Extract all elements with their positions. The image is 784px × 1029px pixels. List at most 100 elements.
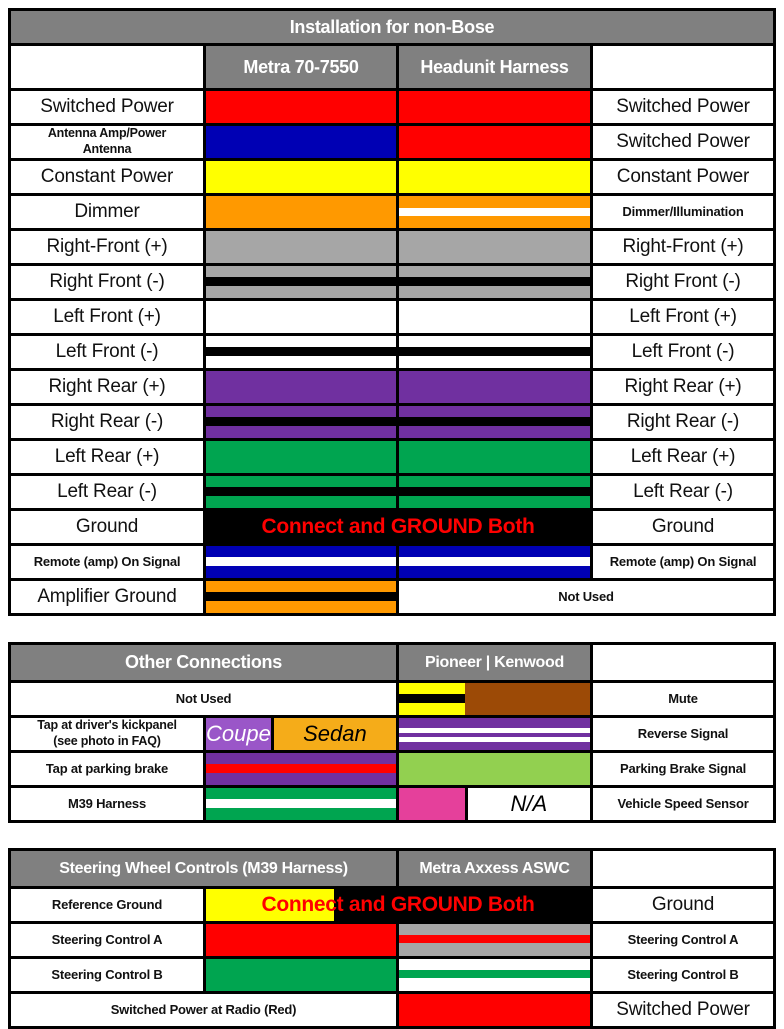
table-row: Antenna Amp/Power Antenna Switched Power — [11, 123, 773, 158]
installation-non-bose-table: Installation for non-Bose Metra 70-7550 … — [8, 8, 776, 616]
row-label-right: Steering Control A — [627, 931, 739, 947]
wire-metra — [203, 581, 396, 613]
wire-metra — [203, 476, 396, 508]
table-row: Left Front (+) Left Front (+) — [11, 298, 773, 333]
row-label-left: Switched Power — [40, 96, 174, 118]
wire-headunit — [396, 441, 590, 473]
row-label-left: Ground — [75, 516, 139, 538]
table-row: Steering Control B Steering Control B — [11, 956, 773, 991]
row-label-right: Left Rear (+) — [630, 446, 736, 468]
table1-header-blank-right — [590, 46, 773, 88]
wire-headunit — [396, 196, 590, 228]
table3-header-blank-right — [590, 851, 773, 886]
steering-wheel-controls-table: Steering Wheel Controls (M39 Harness) Me… — [8, 848, 776, 1029]
row-label-right: Remote (amp) On Signal — [609, 553, 757, 569]
not-used-cell: Not Used — [396, 581, 773, 613]
coupe-sedan-cell: Coupe Sedan — [203, 718, 396, 750]
wire-metra — [203, 336, 396, 368]
table-row: Tap at driver's kickpanel (see photo in F… — [11, 715, 773, 750]
row-label-left: Remote (amp) On Signal — [33, 553, 181, 569]
row-label-right: Switched Power — [616, 96, 750, 118]
row-label-right: Ground — [651, 516, 715, 538]
wire-headunit — [396, 406, 590, 438]
wire-metra — [203, 371, 396, 403]
table2-header-blank-right — [590, 645, 773, 680]
table2-header-row: Other Connections Pioneer | Kenwood — [11, 645, 773, 680]
table-row: Remote (amp) On Signal Remote (amp) On S… — [11, 543, 773, 578]
wiring-diagram-page: Installation for non-Bose Metra 70-7550 … — [0, 0, 784, 1029]
row-label-left: Right-Front (+) — [46, 236, 168, 258]
table-row: Right Rear (-) Right Rear (-) — [11, 403, 773, 438]
wire-aswc — [396, 994, 590, 1026]
wire-metra — [203, 406, 396, 438]
wire-metra — [203, 161, 396, 193]
wire-pioneer-kenwood — [396, 718, 590, 750]
wire-metra — [203, 91, 396, 123]
row-label-left: Right Rear (-) — [50, 411, 164, 433]
row-label-left: Switched Power at Radio (Red) — [110, 1001, 297, 1017]
wire-other-connection — [203, 753, 396, 785]
row-label-left: Dimmer — [74, 201, 140, 223]
wire-pioneer-kenwood — [396, 683, 590, 715]
table1-title-row: Installation for non-Bose — [11, 11, 773, 43]
row-label-left: Left Front (+) — [53, 306, 161, 328]
table-row: Left Rear (+) Left Rear (+) — [11, 438, 773, 473]
wire-headunit — [396, 266, 590, 298]
wire-metra — [203, 126, 396, 158]
wire-headunit — [396, 301, 590, 333]
row-label-right: Vehicle Speed Sensor — [617, 795, 749, 811]
table-row: Not Used Mute — [11, 680, 773, 715]
row-label-right: Reverse Signal — [637, 725, 729, 741]
row-label-left: Tap at parking brake — [45, 760, 169, 776]
ground-connect-note-cell: Connect and GROUND Both — [203, 889, 590, 921]
wire-headunit — [396, 91, 590, 123]
wire-headunit — [396, 476, 590, 508]
table2-header-pioneer-kenwood: Pioneer | Kenwood — [396, 645, 590, 680]
wire-metra — [203, 441, 396, 473]
row-label-right: Right Rear (-) — [626, 411, 740, 433]
table-row: Switched Power at Radio (Red) Switched P… — [11, 991, 773, 1026]
row-label-right: Right Rear (+) — [624, 376, 742, 398]
row-label-left: Left Rear (-) — [57, 481, 157, 503]
row-label-right: Left Rear (-) — [633, 481, 733, 503]
wire-metra — [203, 231, 396, 263]
table-row: Constant Power Constant Power — [11, 158, 773, 193]
row-label-right: Left Front (-) — [631, 341, 735, 363]
wire-headunit — [396, 126, 590, 158]
table2-header-other-connections: Other Connections — [11, 645, 396, 680]
na-label: N/A — [510, 791, 548, 816]
row-label-right: Switched Power — [616, 131, 750, 153]
wire-swc — [203, 924, 396, 956]
wire-headunit — [396, 336, 590, 368]
wire-pioneer-kenwood — [396, 753, 590, 785]
table-row: Right Front (-) Right Front (-) — [11, 263, 773, 298]
table-row: Steering Control A Steering Control A — [11, 921, 773, 956]
row-label-left: Antenna Amp/Power Antenna — [47, 126, 167, 156]
ground-connect-note: Connect and GROUND Both — [261, 515, 535, 538]
wire-metra — [203, 196, 396, 228]
table-row: Tap at parking brake Parking Brake Signa… — [11, 750, 773, 785]
wire-headunit — [396, 231, 590, 263]
wire-swc — [203, 959, 396, 991]
row-label-right: Right-Front (+) — [622, 236, 744, 258]
row-label-right: Mute — [668, 690, 698, 706]
table1-header-blank-left — [11, 46, 203, 88]
row-label-right: Right Front (-) — [625, 271, 741, 293]
row-label-right: Left Front (+) — [629, 306, 737, 328]
wire-metra — [203, 266, 396, 298]
table-row: Left Front (-) Left Front (-) — [11, 333, 773, 368]
wire-headunit — [396, 161, 590, 193]
row-label-left: Steering Control A — [51, 931, 163, 947]
other-connections-table: Other Connections Pioneer | Kenwood Not … — [8, 642, 776, 823]
wire-headunit — [396, 546, 590, 578]
row-label-left: M39 Harness — [67, 795, 146, 811]
wire-metra — [203, 301, 396, 333]
row-label-left: Reference Ground — [51, 896, 163, 912]
table-row: Reference Ground Connect and GROUND Both… — [11, 886, 773, 921]
sedan-label: Sedan — [303, 721, 367, 746]
row-label-left: Not Used — [175, 690, 232, 706]
row-label-right: Parking Brake Signal — [619, 760, 747, 776]
table1-header-metra: Metra 70-7550 — [203, 46, 396, 88]
table-row: Dimmer Dimmer/Illumination — [11, 193, 773, 228]
table1-header-headunit: Headunit Harness — [396, 46, 590, 88]
